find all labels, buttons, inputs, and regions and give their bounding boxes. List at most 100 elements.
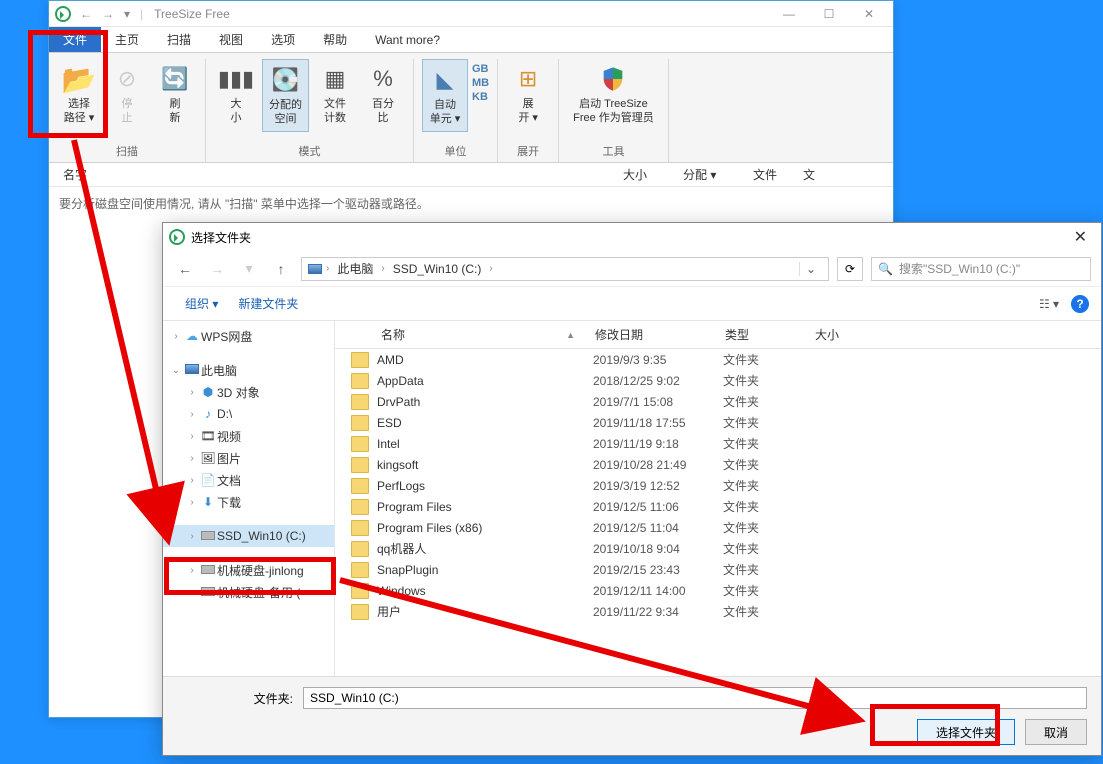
percent-button[interactable]: % 百分 比	[361, 59, 405, 130]
tree-downloads[interactable]: ›⬇下载	[163, 491, 334, 513]
cancel-button[interactable]: 取消	[1025, 719, 1087, 745]
file-row[interactable]: Windows2019/12/11 14:00文件夹	[335, 580, 1101, 601]
file-name: 用户	[377, 603, 593, 620]
file-row[interactable]: DrvPath2019/7/1 15:08文件夹	[335, 391, 1101, 412]
grid-icon: ▦	[319, 63, 351, 95]
select-folder-button[interactable]: 选择文件夹	[917, 719, 1015, 745]
maximize-button[interactable]: ☐	[809, 2, 849, 26]
nav-back-button[interactable]: ←	[173, 257, 197, 281]
fcol-size[interactable]: 大小	[805, 326, 885, 343]
file-type: 文件夹	[723, 561, 813, 578]
breadcrumb[interactable]: › 此电脑 › SSD_Win10 (C:) › ⌄	[301, 257, 829, 281]
launch-admin-button[interactable]: 启动 TreeSize Free 作为管理员	[567, 59, 660, 130]
tree-d-drive[interactable]: ›♪D:\	[163, 403, 334, 425]
tab-want-more[interactable]: Want more?	[361, 27, 454, 52]
allocated-button[interactable]: 💽 分配的 空间	[262, 59, 309, 132]
col-size[interactable]: 大小	[615, 166, 675, 183]
folder-input[interactable]	[303, 687, 1087, 709]
fcol-name[interactable]: 名称▲	[335, 326, 585, 343]
crumb-drive[interactable]: SSD_Win10 (C:)	[389, 262, 486, 276]
crumb-pc[interactable]: 此电脑	[333, 260, 377, 277]
col-folders[interactable]: 文	[795, 166, 823, 183]
expand-icon: ⊞	[512, 63, 544, 95]
tree-hdd1[interactable]: ›机械硬盘-jinlong	[163, 559, 334, 581]
gb-button[interactable]: GB	[472, 63, 489, 75]
kb-button[interactable]: KB	[472, 91, 489, 103]
file-row[interactable]: 用户2019/11/22 9:34文件夹	[335, 601, 1101, 622]
size-button[interactable]: ▮▮▮ 大 小	[214, 59, 258, 130]
nav-fwd-icon[interactable]: →	[99, 7, 117, 21]
file-row[interactable]: PerfLogs2019/3/19 12:52文件夹	[335, 475, 1101, 496]
folder-icon	[351, 478, 369, 494]
tree-ssd-c[interactable]: ›SSD_Win10 (C:)	[163, 525, 334, 547]
col-alloc[interactable]: 分配 ▾	[675, 166, 745, 183]
expand-button[interactable]: ⊞ 展 开 ▾	[506, 59, 550, 130]
percent-icon: %	[367, 63, 399, 95]
close-button[interactable]: ✕	[849, 2, 889, 26]
new-folder-button[interactable]: 新建文件夹	[228, 295, 308, 312]
nav-dd-icon[interactable]: ▾	[121, 7, 133, 21]
auto-unit-button[interactable]: ◣ 自动 单元 ▾	[422, 59, 468, 132]
file-row[interactable]: qq机器人2019/10/18 9:04文件夹	[335, 538, 1101, 559]
view-mode-button[interactable]: ☷ ▾	[1037, 292, 1061, 316]
tree-pictures[interactable]: ›🖼图片	[163, 447, 334, 469]
file-type: 文件夹	[723, 498, 813, 515]
tab-home[interactable]: 主页	[101, 27, 153, 52]
file-date: 2019/10/18 9:04	[593, 542, 723, 556]
select-path-button[interactable]: 📂 选择 路径 ▾	[57, 59, 101, 130]
fcol-type[interactable]: 类型	[715, 326, 805, 343]
fcol-date[interactable]: 修改日期	[585, 326, 715, 343]
breadcrumb-dropdown-icon[interactable]: ⌄	[799, 262, 822, 276]
nav-history-button[interactable]: ▾	[237, 257, 261, 281]
tree-documents[interactable]: ›📄文档	[163, 469, 334, 491]
file-pane: 名称▲ 修改日期 类型 大小 AMD2019/9/3 9:35文件夹AppDat…	[335, 321, 1101, 676]
file-row[interactable]: Intel2019/11/19 9:18文件夹	[335, 433, 1101, 454]
file-date: 2019/12/11 14:00	[593, 584, 723, 598]
mb-button[interactable]: MB	[472, 77, 489, 89]
tree-3d[interactable]: ›⬢3D 对象	[163, 381, 334, 403]
ruler-icon: ◣	[429, 64, 461, 96]
nav-forward-button[interactable]: →	[205, 257, 229, 281]
help-button[interactable]: ?	[1071, 295, 1089, 313]
file-row[interactable]: AMD2019/9/3 9:35文件夹	[335, 349, 1101, 370]
tab-scan[interactable]: 扫描	[153, 27, 205, 52]
file-row[interactable]: SnapPlugin2019/2/15 23:43文件夹	[335, 559, 1101, 580]
dialog-footer: 文件夹: 选择文件夹 取消	[163, 676, 1101, 755]
file-row[interactable]: ESD2019/11/18 17:55文件夹	[335, 412, 1101, 433]
tree-pane: ›☁WPS网盘 ⌄此电脑 ›⬢3D 对象 ›♪D:\ ›🎞视频 ›🖼图片 ›📄文…	[163, 321, 335, 676]
dialog-close-button[interactable]: ✕	[1066, 227, 1095, 247]
file-name: Program Files (x86)	[377, 521, 593, 535]
tree-this-pc[interactable]: ⌄此电脑	[163, 359, 334, 381]
file-count-button[interactable]: ▦ 文件 计数	[313, 59, 357, 130]
organize-button[interactable]: 组织 ▾	[175, 295, 228, 312]
hint-text: 要分析磁盘空间使用情况, 请从 "扫描" 菜单中选择一个驱动器或路径。	[49, 187, 893, 220]
col-name[interactable]: 名字	[55, 166, 615, 183]
tree-videos[interactable]: ›🎞视频	[163, 425, 334, 447]
search-input[interactable]: 🔍 搜索"SSD_Win10 (C:)"	[871, 257, 1091, 281]
file-name: SnapPlugin	[377, 563, 593, 577]
file-row[interactable]: AppData2018/12/25 9:02文件夹	[335, 370, 1101, 391]
file-list: AMD2019/9/3 9:35文件夹AppData2018/12/25 9:0…	[335, 349, 1101, 622]
drive-icon	[199, 529, 217, 543]
col-files[interactable]: 文件	[745, 166, 795, 183]
tree-hdd2[interactable]: ›机械硬盘-备用 (	[163, 581, 334, 603]
file-date: 2018/12/25 9:02	[593, 374, 723, 388]
tab-file[interactable]: 文件	[49, 27, 101, 52]
nav-up-button[interactable]: ↑	[269, 257, 293, 281]
group-label-mode: 模式	[214, 143, 405, 162]
stop-button[interactable]: ⊘ 停 止	[105, 59, 149, 130]
tab-help[interactable]: 帮助	[309, 27, 361, 52]
refresh-button[interactable]: 🔄 刷 新	[153, 59, 197, 130]
file-row[interactable]: Program Files (x86)2019/12/5 11:04文件夹	[335, 517, 1101, 538]
tree-wps[interactable]: ›☁WPS网盘	[163, 325, 334, 347]
minimize-button[interactable]: —	[769, 2, 809, 26]
dialog-nav: ← → ▾ ↑ › 此电脑 › SSD_Win10 (C:) › ⌄ ⟳ 🔍 搜…	[163, 251, 1101, 287]
nav-back-icon[interactable]: ←	[77, 7, 95, 21]
file-row[interactable]: Program Files2019/12/5 11:06文件夹	[335, 496, 1101, 517]
folder-icon	[351, 457, 369, 473]
tab-options[interactable]: 选项	[257, 27, 309, 52]
file-row[interactable]: kingsoft2019/10/28 21:49文件夹	[335, 454, 1101, 475]
nav-refresh-button[interactable]: ⟳	[837, 257, 863, 281]
file-date: 2019/9/3 9:35	[593, 353, 723, 367]
tab-view[interactable]: 视图	[205, 27, 257, 52]
